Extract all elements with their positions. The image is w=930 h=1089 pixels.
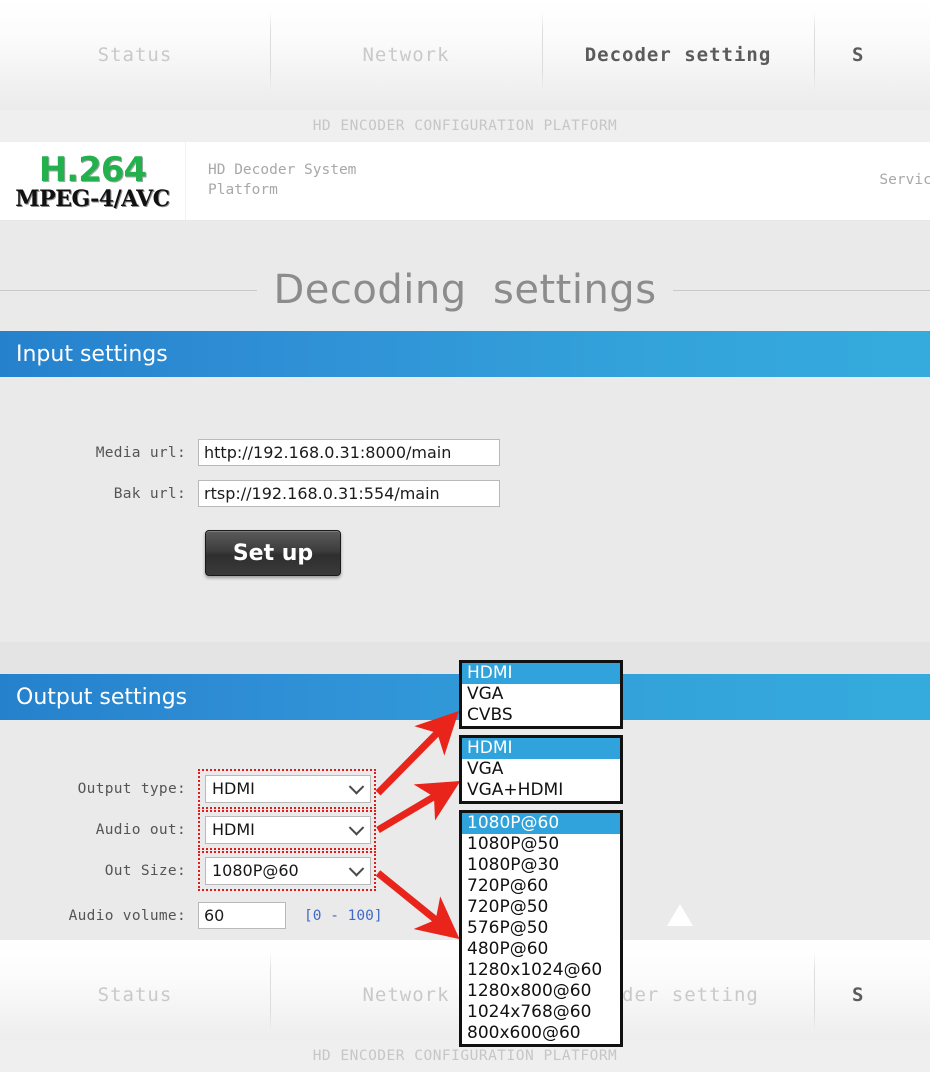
chevron-down-icon [348,860,365,877]
title-rule-right [672,289,930,291]
dropdown-option[interactable]: VGA [462,759,620,780]
top-navigation-bar: Status Network Decoder setting S [0,0,930,110]
output-type-label: Output type: [77,780,186,797]
audio-out-highlight: HDMI [198,809,376,850]
bottom-nav-tab-status[interactable]: Status [0,940,270,1050]
bak-url-label: Bak url: [113,485,186,502]
dropdown-option[interactable]: 1080P@60 [462,813,620,834]
dropdown-option[interactable]: 720P@50 [462,897,620,918]
page-footer-spacer [0,1072,930,1089]
media-url-input[interactable] [198,439,500,466]
media-url-label: Media url: [95,444,186,461]
audio-out-dropdown-list[interactable]: HDMI VGA VGA+HDMI [459,735,623,804]
audio-volume-range-hint: [0 - 100] [304,907,383,924]
output-type-dropdown-list[interactable]: HDMI VGA CVBS [459,660,623,729]
media-url-row: Media url: [0,432,930,473]
out-size-dropdown-list[interactable]: 1080P@60 1080P@50 1080P@30 720P@60 720P@50 57… [459,810,623,1047]
logo-mpeg4-text: MPEG-4/AVC [15,185,170,212]
dropdown-option[interactable]: CVBS [462,705,620,726]
page-title: Decoding settings [273,267,657,313]
audio-volume-label: Audio volume: [68,907,186,924]
nav-tab-network[interactable]: Network [270,0,542,110]
nav-tab-status[interactable]: Status [0,0,270,110]
output-settings-label: Output settings [16,684,188,710]
nav-tab-label: Decoder setting [584,44,772,66]
bottom-nav-tab-system[interactable]: S [814,940,924,1050]
logo-h264-text: H.264 [38,149,147,190]
bak-url-row: Bak url: [0,473,930,514]
set-up-button[interactable]: Set up [205,530,341,576]
platform-strip-text: HD ENCODER CONFIGURATION PLATFORM [312,1048,618,1064]
product-logo: H.264 MPEG-4/AVC [0,142,186,220]
nav-tab-label: S [852,44,865,66]
output-type-highlight: HDMI [198,768,376,809]
dropdown-option[interactable]: HDMI [462,738,620,759]
dropdown-option[interactable]: 720P@60 [462,876,620,897]
nav-tab-decoder-setting[interactable]: Decoder setting [542,0,814,110]
dropdown-option[interactable]: 1280x1024@60 [462,960,620,981]
dropdown-option[interactable]: VGA+HDMI [462,780,620,801]
bak-url-input[interactable] [198,480,500,507]
input-settings-panel: Media url: Bak url: Set up [0,377,930,642]
nav-tab-system[interactable]: S [814,0,924,110]
dropdown-option[interactable]: HDMI [462,663,620,684]
out-size-highlight: 1080P@60 [198,850,376,891]
bottom-nav-caret-icon [667,904,693,926]
audio-out-label: Audio out: [95,821,186,838]
dropdown-option[interactable]: 1280x800@60 [462,981,620,1002]
nav-tab-label: S [852,984,865,1006]
audio-out-select[interactable]: HDMI [205,815,371,844]
title-rule-left [0,289,258,291]
dropdown-option[interactable]: VGA [462,684,620,705]
nav-tab-label: Status [97,44,173,66]
page-title-container: Decoding settings [0,250,930,330]
dropdown-option[interactable]: 576P@50 [462,918,620,939]
system-title: HD Decoder System Platform [208,162,357,198]
dropdown-option[interactable]: 1080P@50 [462,834,620,855]
out-size-label: Out Size: [104,862,186,879]
chevron-down-icon [348,819,365,836]
out-size-value: 1080P@60 [212,861,299,880]
audio-out-value: HDMI [212,820,255,839]
dropdown-option[interactable]: 1024x768@60 [462,1002,620,1023]
output-type-select[interactable]: HDMI [205,774,371,803]
nav-tab-label: Network [362,44,450,66]
chevron-down-icon [348,778,365,795]
logo-header: H.264 MPEG-4/AVC HD Decoder System Platf… [0,142,930,220]
input-settings-label: Input settings [16,341,168,367]
audio-volume-input[interactable] [198,902,286,929]
out-size-select[interactable]: 1080P@60 [205,856,371,885]
nav-tab-label: Status [97,984,173,1006]
service-text: Service a [879,172,930,188]
dropdown-option[interactable]: 800x600@60 [462,1023,620,1044]
platform-strip-top: HD ENCODER CONFIGURATION PLATFORM [0,110,930,142]
dropdown-option[interactable]: 1080P@30 [462,855,620,876]
nav-tab-label: Network [362,984,450,1006]
platform-strip-text: HD ENCODER CONFIGURATION PLATFORM [312,118,618,134]
input-settings-bar: Input settings [0,331,930,377]
dropdown-option[interactable]: 480P@60 [462,939,620,960]
output-type-value: HDMI [212,779,255,798]
